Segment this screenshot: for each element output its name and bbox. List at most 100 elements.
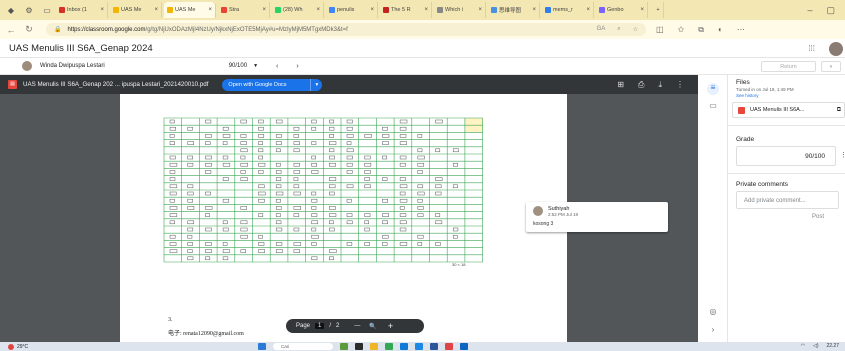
open-with-docs-button[interactable]: Open with Google Docs ▾ xyxy=(222,78,323,91)
wifi-icon[interactable]: ◠ xyxy=(801,342,805,351)
browser-tab[interactable]: Inbox (1 × xyxy=(56,2,108,18)
close-tab-icon[interactable]: × xyxy=(316,7,320,13)
close-tab-icon[interactable]: × xyxy=(100,7,104,13)
task-view-icon[interactable] xyxy=(355,343,363,350)
copilot-icon[interactable]: ◐ xyxy=(718,25,723,35)
app-icon-2[interactable] xyxy=(460,343,468,350)
chrome-icon[interactable] xyxy=(385,343,393,350)
address-bar: ← ↻ 🔒 https://classroom.google.com /g/tg… xyxy=(0,20,845,39)
private-comment-input[interactable]: Add private comment... xyxy=(736,191,839,209)
zoom-out-icon[interactable]: — xyxy=(354,323,360,329)
weather-widget[interactable]: 29°C xyxy=(8,343,28,350)
apps-grid-icon[interactable]: ⁞⁞⁞ xyxy=(808,44,815,53)
edge-icon[interactable] xyxy=(400,343,408,350)
close-tab-icon[interactable]: × xyxy=(208,7,212,13)
menu-icon[interactable]: ⋯ xyxy=(737,25,745,35)
taskbar-search[interactable]: Cari xyxy=(273,343,333,350)
account-avatar[interactable] xyxy=(829,42,843,56)
page-current-input[interactable]: 1 xyxy=(315,323,325,329)
bookmark-star-icon[interactable]: ☆ xyxy=(633,26,638,33)
close-tab-icon[interactable]: × xyxy=(532,7,536,13)
translate-badge[interactable]: GA xyxy=(597,26,606,33)
classroom-header: UAS Menulis III S6A_Genap 2024 ⁞⁞⁞ xyxy=(0,39,845,58)
tab-label: Genbo xyxy=(607,7,624,13)
comment-card[interactable]: Suthiyah 2:52 PM Jul 19 kosong 3 xyxy=(526,202,668,232)
close-tab-icon[interactable]: × xyxy=(154,7,158,13)
close-tab-icon[interactable]: × xyxy=(586,7,590,13)
collections-icon[interactable]: ⧉ xyxy=(698,25,704,35)
browser-tab[interactable]: UAS Me × xyxy=(164,2,216,18)
collapse-icon[interactable]: › xyxy=(707,325,719,337)
tab-actions-icon[interactable]: ▭ xyxy=(40,3,54,17)
tab-favicon-icon xyxy=(275,7,281,13)
page2-number: 3. xyxy=(168,317,173,323)
taskbar: 29°C Cari ◠ ◁) 22.27 xyxy=(0,342,845,351)
browser-tab[interactable]: 思维导图 × xyxy=(488,2,540,18)
pdf-viewer: ▤ UAS Menulis III S6A_Genap 202 ... ipus… xyxy=(0,75,698,345)
download-icon[interactable]: ⤓ xyxy=(658,80,662,90)
close-tab-icon[interactable]: × xyxy=(424,7,428,13)
student-dropdown-icon[interactable]: ▼ xyxy=(253,63,258,69)
previous-student-icon[interactable]: ‹ xyxy=(276,63,278,70)
extensions-icon[interactable]: ⚙ xyxy=(22,3,36,17)
profile-icon[interactable]: ◆ xyxy=(4,3,18,17)
volume-icon[interactable]: ◁) xyxy=(813,342,819,351)
store-icon[interactable] xyxy=(415,343,423,350)
print-icon[interactable]: ⎙ xyxy=(638,80,644,90)
grade-input[interactable]: 90/100 xyxy=(736,146,836,166)
browser-tab[interactable]: Which i × xyxy=(434,2,486,18)
url-field[interactable]: 🔒 https://classroom.google.com /g/tg/NjU… xyxy=(46,23,646,36)
file-explorer-icon[interactable] xyxy=(370,343,378,350)
zoom-icon[interactable]: ⌕ xyxy=(617,26,620,33)
zoom-in-icon[interactable]: + xyxy=(388,321,393,331)
pdf-file-icon: ▤ xyxy=(8,80,17,89)
see-history-link[interactable]: See history xyxy=(736,93,759,98)
details-icon[interactable]: ≡ xyxy=(707,83,719,95)
reader-icon[interactable]: ◫ xyxy=(656,25,664,35)
new-tab-button[interactable]: + xyxy=(650,2,664,18)
more-options-icon[interactable]: ⋮ xyxy=(676,80,684,90)
add-comment-icon[interactable]: ⊞ xyxy=(617,80,624,90)
browser-tab[interactable]: penulis × xyxy=(326,2,378,18)
browser-tab[interactable]: UAS Me × xyxy=(110,2,162,18)
page-label: Page xyxy=(296,323,311,329)
return-dropdown-icon[interactable]: ▾ xyxy=(821,61,841,72)
grade-options-icon[interactable]: ⋮ xyxy=(840,151,845,159)
browser-tab[interactable]: The 5 R × xyxy=(380,2,432,18)
browser-tab[interactable]: Stra × xyxy=(218,2,270,18)
close-tab-icon[interactable]: × xyxy=(640,7,644,13)
open-with-dropdown-icon[interactable]: ▾ xyxy=(310,78,322,91)
zoom-icon[interactable]: 🔍 xyxy=(369,323,376,330)
page2-email: 电子: renata12090@gmail.com xyxy=(168,331,244,337)
open-external-icon[interactable]: ⧉ xyxy=(837,107,841,114)
next-student-icon[interactable]: › xyxy=(296,63,298,70)
close-tab-icon[interactable]: × xyxy=(478,7,482,13)
close-tab-icon[interactable]: × xyxy=(370,7,374,13)
app-icon[interactable] xyxy=(445,343,453,350)
tab-label: (28) Wh xyxy=(283,7,303,13)
reload-icon[interactable]: ↻ xyxy=(22,24,36,35)
file-attachment[interactable]: UAS Menulis III S6A... ⧉ xyxy=(732,102,845,118)
comment-time: 2:52 PM Jul 19 xyxy=(548,212,579,217)
post-button[interactable]: Post xyxy=(812,214,824,220)
minimize-icon[interactable]: – xyxy=(807,5,812,16)
browser-tab[interactable]: mems_r × xyxy=(542,2,594,18)
rubric-icon[interactable]: ◎ xyxy=(707,307,719,319)
close-tab-icon[interactable]: × xyxy=(262,7,266,13)
clock[interactable]: 22.27 xyxy=(826,342,839,351)
start-icon[interactable] xyxy=(258,343,266,350)
browser-tab[interactable]: (28) Wh × xyxy=(272,2,324,18)
student-name[interactable]: Winda Dwipuspa Lestari xyxy=(40,63,105,69)
favorites-icon[interactable]: ✩ xyxy=(678,25,685,35)
back-icon[interactable]: ← xyxy=(4,25,18,35)
return-button[interactable]: Return xyxy=(761,61,816,72)
tab-label: Stra xyxy=(229,7,240,13)
widgets-icon[interactable] xyxy=(340,343,348,350)
browser-tab[interactable]: Genbo × xyxy=(596,2,648,18)
tab-favicon-icon xyxy=(221,7,227,13)
side-rail: ≡ ▭ ◎ › xyxy=(698,75,728,345)
comments-icon[interactable]: ▭ xyxy=(707,101,719,113)
word-icon[interactable] xyxy=(430,343,438,350)
maximize-icon[interactable]: ▢ xyxy=(826,5,835,16)
tab-favicon-icon xyxy=(113,7,119,13)
